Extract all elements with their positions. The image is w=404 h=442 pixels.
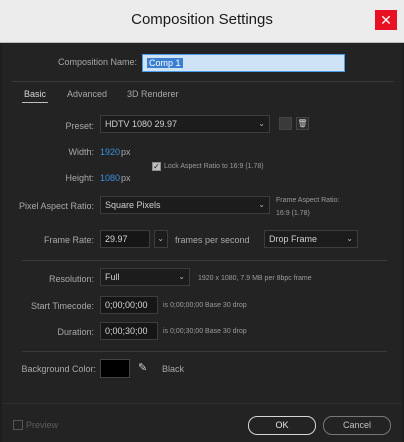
preset-value: HDTV 1080 29.97 bbox=[105, 119, 178, 129]
pixel-aspect-label: Pixel Aspect Ratio: bbox=[18, 201, 94, 211]
composition-name-value: Comp 1 bbox=[147, 58, 183, 68]
duration-value: 0;00;30;00 bbox=[105, 326, 148, 336]
height-value[interactable]: 1080 bbox=[100, 173, 120, 183]
composition-name-label: Composition Name: bbox=[57, 57, 137, 67]
separator-mid bbox=[22, 260, 387, 261]
pixel-aspect-value: Square Pixels bbox=[105, 200, 161, 210]
window-title: Composition Settings bbox=[131, 11, 273, 28]
frame-aspect-value: 16:9 (1.78) bbox=[276, 210, 310, 217]
start-timecode-label: Start Timecode: bbox=[30, 301, 94, 311]
dialog-body: Composition Name: Comp 1 Basic Advanced … bbox=[2, 43, 402, 442]
frame-rate-dropdown[interactable]: ⌄ bbox=[154, 230, 168, 248]
frame-rate-unit: frames per second bbox=[175, 235, 250, 245]
drop-frame-value: Drop Frame bbox=[269, 234, 318, 244]
lock-aspect-label: Lock Aspect Ratio to 16:9 (1.78) bbox=[164, 163, 264, 170]
chevron-down-icon: ⌄ bbox=[178, 272, 185, 281]
frame-rate-input[interactable]: 29.97 bbox=[100, 230, 150, 248]
chevron-down-icon: ⌄ bbox=[346, 234, 353, 243]
background-color-label: Background Color: bbox=[21, 364, 96, 374]
height-unit: px bbox=[121, 173, 131, 183]
lock-aspect-checkbox[interactable]: ✓ bbox=[152, 162, 161, 171]
ok-button[interactable]: OK bbox=[248, 416, 316, 435]
resolution-label: Resolution: bbox=[48, 274, 94, 284]
width-label: Width: bbox=[68, 147, 94, 157]
start-timecode-info: is 0;00;00;00 Base 30 drop bbox=[163, 302, 247, 309]
tab-3d-renderer[interactable]: 3D Renderer bbox=[127, 89, 179, 99]
height-label: Height: bbox=[65, 173, 94, 183]
frame-rate-value: 29.97 bbox=[105, 234, 128, 244]
width-unit: px bbox=[121, 147, 131, 157]
drop-frame-dropdown[interactable]: Drop Frame ⌄ bbox=[264, 230, 358, 248]
preset-label: Preset: bbox=[65, 121, 94, 131]
pixel-aspect-dropdown[interactable]: Square Pixels ⌄ bbox=[100, 196, 270, 214]
background-color-name: Black bbox=[162, 364, 185, 374]
preset-dropdown[interactable]: HDTV 1080 29.97 ⌄ bbox=[100, 115, 270, 133]
trash-icon[interactable]: 🗑 bbox=[296, 117, 309, 130]
frame-aspect-label: Frame Aspect Ratio: bbox=[276, 197, 340, 204]
background-color-swatch[interactable] bbox=[100, 359, 130, 378]
frame-rate-label: Frame Rate: bbox=[43, 235, 94, 245]
cancel-button[interactable]: Cancel bbox=[323, 416, 391, 435]
eyedropper-icon[interactable]: ✎ bbox=[138, 361, 152, 376]
save-preset-icon[interactable] bbox=[279, 117, 292, 130]
close-button[interactable]: ✕ bbox=[375, 10, 397, 30]
start-timecode-value: 0;00;00;00 bbox=[105, 300, 148, 310]
footer-separator bbox=[2, 403, 402, 404]
preview-label: Preview bbox=[26, 420, 59, 430]
start-timecode-input[interactable]: 0;00;00;00 bbox=[100, 296, 158, 314]
duration-label: Duration: bbox=[57, 327, 94, 337]
width-value[interactable]: 1920 bbox=[100, 147, 120, 157]
chevron-down-icon: ⌄ bbox=[258, 200, 265, 209]
preview-checkbox[interactable] bbox=[13, 420, 23, 430]
duration-input[interactable]: 0;00;30;00 bbox=[100, 322, 158, 340]
tab-advanced[interactable]: Advanced bbox=[67, 89, 107, 99]
chevron-down-icon: ⌄ bbox=[157, 234, 164, 243]
title-bar: Composition Settings ✕ bbox=[0, 0, 404, 43]
resolution-dropdown[interactable]: Full ⌄ bbox=[100, 268, 190, 286]
separator-top bbox=[12, 81, 394, 82]
separator-low bbox=[22, 351, 387, 352]
tab-basic[interactable]: Basic bbox=[24, 89, 46, 99]
resolution-info: 1920 x 1080, 7.9 MB per 8bpc frame bbox=[198, 275, 312, 282]
chevron-down-icon: ⌄ bbox=[258, 119, 265, 128]
tab-basic-underline bbox=[22, 102, 48, 103]
duration-info: is 0;00;30;00 Base 30 drop bbox=[163, 328, 247, 335]
resolution-value: Full bbox=[105, 272, 120, 282]
composition-name-input[interactable]: Comp 1 bbox=[142, 54, 345, 72]
